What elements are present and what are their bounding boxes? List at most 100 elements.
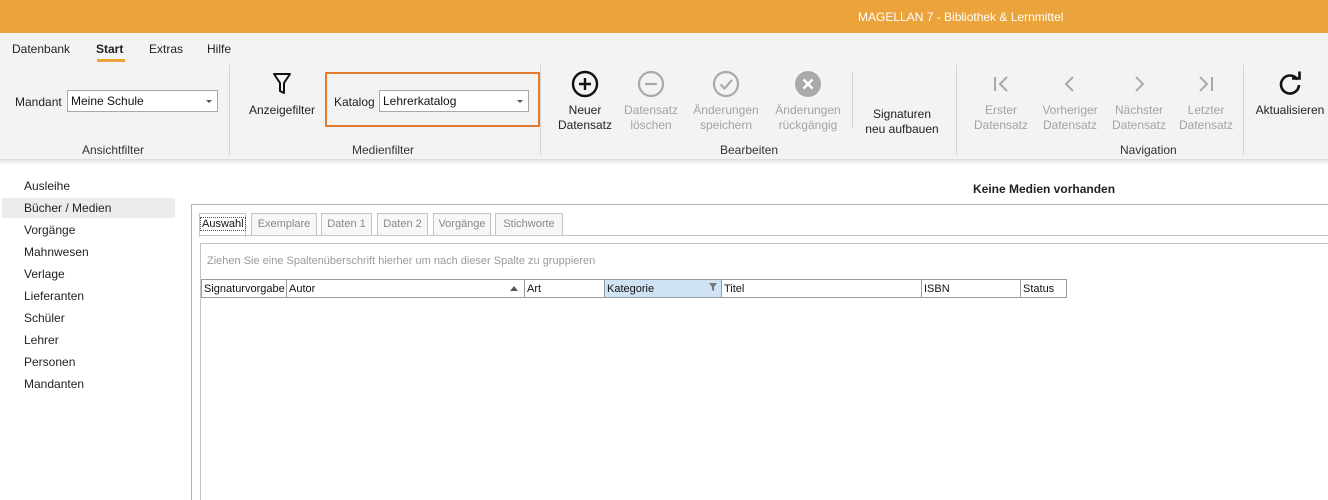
tab-daten-2[interactable]: Daten 2 [377,213,428,236]
column-header-label: ISBN [924,283,950,295]
loeschen-line2: löschen [630,118,672,132]
sidebar-item-lieferanten[interactable]: Lieferanten [2,286,175,306]
anzeigefilter-label: Anzeigefilter [248,103,316,117]
group-divider [229,65,230,155]
group-label-navigation: Navigation [1120,143,1177,157]
chevron-right-icon [1124,69,1154,99]
sidebar-item-vorgaenge[interactable]: Vorgänge [2,220,175,240]
minus-circle-icon [636,69,666,99]
column-header-label: Kategorie [607,283,655,295]
rueckgaengig-line2: rückgängig [778,118,838,132]
sidebar-item-buecher-medien[interactable]: Bücher / Medien [2,198,175,218]
ribbon: Mandant Meine Schule Ansichtfilter Anzei… [0,63,1328,160]
aktualisieren-button[interactable]: Aktualisieren [1252,69,1328,118]
group-label-bearbeiten: Bearbeiten [720,143,779,157]
erster-datensatz-button[interactable]: Erster Datensatz [972,69,1030,133]
speichern-line2: speichern [699,118,753,132]
datensatz-loeschen-button[interactable]: Datensatz löschen [622,69,680,133]
letzter-datensatz-button[interactable]: Letzter Datensatz [1177,69,1235,133]
sidebar-item-ausleihe[interactable]: Ausleihe [2,176,175,196]
tab-auswahl[interactable]: Auswahl [199,213,246,237]
title-bar: MAGELLAN 7 - Bibliothek & Lernmittel [0,0,1328,33]
close-circle-icon [793,69,823,99]
speichern-line1: Änderungen [693,103,759,117]
refresh-icon [1275,69,1305,99]
mandant-value: Meine Schule [71,94,144,108]
sidebar-item-schueler[interactable]: Schüler [2,308,175,328]
last-record-icon [1191,69,1221,99]
page-title: Keine Medien vorhanden [973,182,1116,196]
vorheriger-datensatz-button[interactable]: Vorheriger Datensatz [1040,69,1100,133]
column-header-art[interactable]: Art [525,279,605,298]
sidebar-item-personen[interactable]: Personen [2,352,175,372]
neuer-line2: Datensatz [557,118,613,132]
tab-strip-border [199,235,1328,236]
sidebar-item-lehrer[interactable]: Lehrer [2,330,175,350]
column-header-label: Signaturvorgabe [204,283,285,295]
sidebar-item-verlage[interactable]: Verlage [2,264,175,284]
vorheriger-line2: Datensatz [1042,118,1098,132]
tab-vorgaenge[interactable]: Vorgänge [433,213,491,236]
vorheriger-line1: Vorheriger [1042,103,1098,117]
erster-line1: Erster [984,103,1017,117]
menu-start[interactable]: Start [96,42,123,56]
group-divider [540,65,541,155]
column-header-label: Titel [724,283,745,295]
neuer-datensatz-button[interactable]: Neuer Datensatz [556,69,614,133]
group-label-ansichtfilter: Ansichtfilter [82,143,145,157]
signaturen-neu-aufbauen-button[interactable]: Signaturen neu aufbauen [862,107,942,137]
group-panel-hint[interactable]: Ziehen Sie eine Spaltenüberschrift hierh… [207,255,595,267]
column-header-label: Status [1023,283,1055,295]
chevron-down-icon [206,100,212,103]
tab-exemplare[interactable]: Exemplare [251,213,317,236]
katalog-value: Lehrerkatalog [383,94,457,108]
filter-icon[interactable] [708,282,718,292]
column-header-kategorie[interactable]: Kategorie [605,279,722,298]
aenderungen-speichern-button[interactable]: Änderungen speichern [691,69,761,133]
group-divider [956,65,957,155]
sort-ascending-icon [510,286,518,291]
menu-hilfe[interactable]: Hilfe [207,42,231,56]
column-header-signaturvorgabe[interactable]: Signaturvorgabe [201,279,287,298]
katalog-label: Katalog [334,95,375,109]
menu-datenbank[interactable]: Datenbank [12,42,70,56]
mandant-label: Mandant [15,95,62,109]
active-menu-indicator [97,59,125,62]
column-header-isbn[interactable]: ISBN [922,279,1021,298]
chevron-down-icon [517,100,523,103]
column-header-autor[interactable]: Autor [287,279,525,298]
mandant-select[interactable]: Meine Schule [67,90,218,112]
aenderungen-rueckgaengig-button[interactable]: Änderungen rückgängig [772,69,844,133]
ribbon-shadow [0,160,1328,165]
plus-circle-icon [570,69,600,99]
signaturen-line2: neu aufbauen [865,122,939,136]
rueckgaengig-line1: Änderungen [775,103,841,117]
column-header-label: Autor [289,283,316,295]
menu-extras[interactable]: Extras [149,42,183,56]
filter-icon [267,69,297,99]
letzter-line2: Datensatz [1178,118,1234,132]
group-label-medienfilter: Medienfilter [352,143,415,157]
window-title: MAGELLAN 7 - Bibliothek & Lernmittel [858,10,1064,24]
erster-line2: Datensatz [973,118,1029,132]
column-header-label: Art [527,283,542,295]
aktualisieren-label: Aktualisieren [1255,103,1325,117]
check-circle-icon [711,69,741,99]
column-header-status[interactable]: Status [1021,279,1067,298]
tab-daten-1[interactable]: Daten 1 [321,213,372,236]
group-divider [1243,65,1244,155]
column-header-titel[interactable]: Titel [722,279,922,298]
katalog-select[interactable]: Lehrerkatalog [379,90,529,112]
chevron-left-icon [1055,69,1085,99]
tab-auswahl-label: Auswahl [200,217,246,231]
anzeigefilter-button[interactable]: Anzeigefilter [247,69,317,118]
naechster-datensatz-button[interactable]: Nächster Datensatz [1110,69,1168,133]
tab-stichworte[interactable]: Stichworte [495,213,563,236]
sidebar-item-mahnwesen[interactable]: Mahnwesen [2,242,175,262]
first-record-icon [986,69,1016,99]
neuer-line1: Neuer [568,103,602,117]
sidebar-item-mandanten[interactable]: Mandanten [2,374,175,394]
loeschen-line1: Datensatz [623,103,679,117]
naechster-line2: Datensatz [1111,118,1167,132]
group-divider [852,71,853,129]
